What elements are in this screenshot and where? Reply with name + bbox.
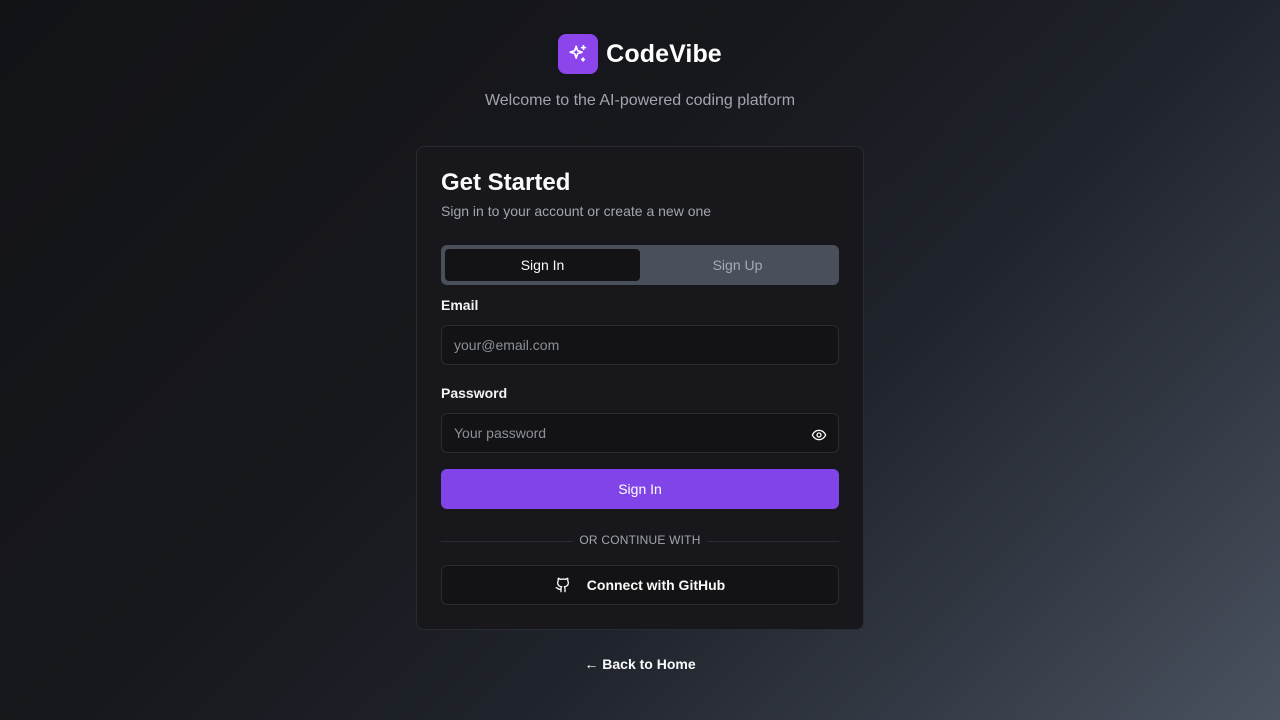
back-home: ← Back to Home bbox=[0, 656, 1280, 672]
auth-tabs: Sign In Sign Up bbox=[441, 245, 839, 285]
github-button-label: Connect with GitHub bbox=[586, 577, 726, 593]
password-label: Password bbox=[441, 385, 508, 401]
divider-label: OR CONTINUE WITH bbox=[573, 533, 707, 547]
auth-card: Get Started Sign in to your account or c… bbox=[416, 146, 864, 630]
brand-header: CodeVibe bbox=[0, 34, 1280, 74]
email-label: Email bbox=[441, 297, 479, 313]
card-title: Get Started bbox=[441, 169, 571, 196]
sign-in-button[interactable]: Sign In bbox=[441, 469, 839, 509]
tagline: Welcome to the AI-powered coding platfor… bbox=[484, 92, 796, 109]
email-field[interactable] bbox=[441, 325, 839, 365]
eye-icon[interactable] bbox=[811, 427, 827, 443]
brand-name: CodeVibe bbox=[606, 39, 722, 68]
password-field[interactable] bbox=[441, 413, 839, 453]
card-subtitle: Sign in to your account or create a new … bbox=[441, 203, 712, 219]
sparkles-icon bbox=[558, 34, 599, 74]
back-to-home-link[interactable]: ← Back to Home bbox=[584, 656, 695, 672]
tab-sign-up[interactable]: Sign Up bbox=[640, 249, 835, 281]
github-icon bbox=[555, 577, 571, 593]
github-connect-button[interactable]: Connect with GitHub bbox=[441, 565, 839, 605]
tab-sign-in[interactable]: Sign In bbox=[445, 249, 640, 281]
divider-text: OR CONTINUE WITH bbox=[417, 533, 863, 547]
